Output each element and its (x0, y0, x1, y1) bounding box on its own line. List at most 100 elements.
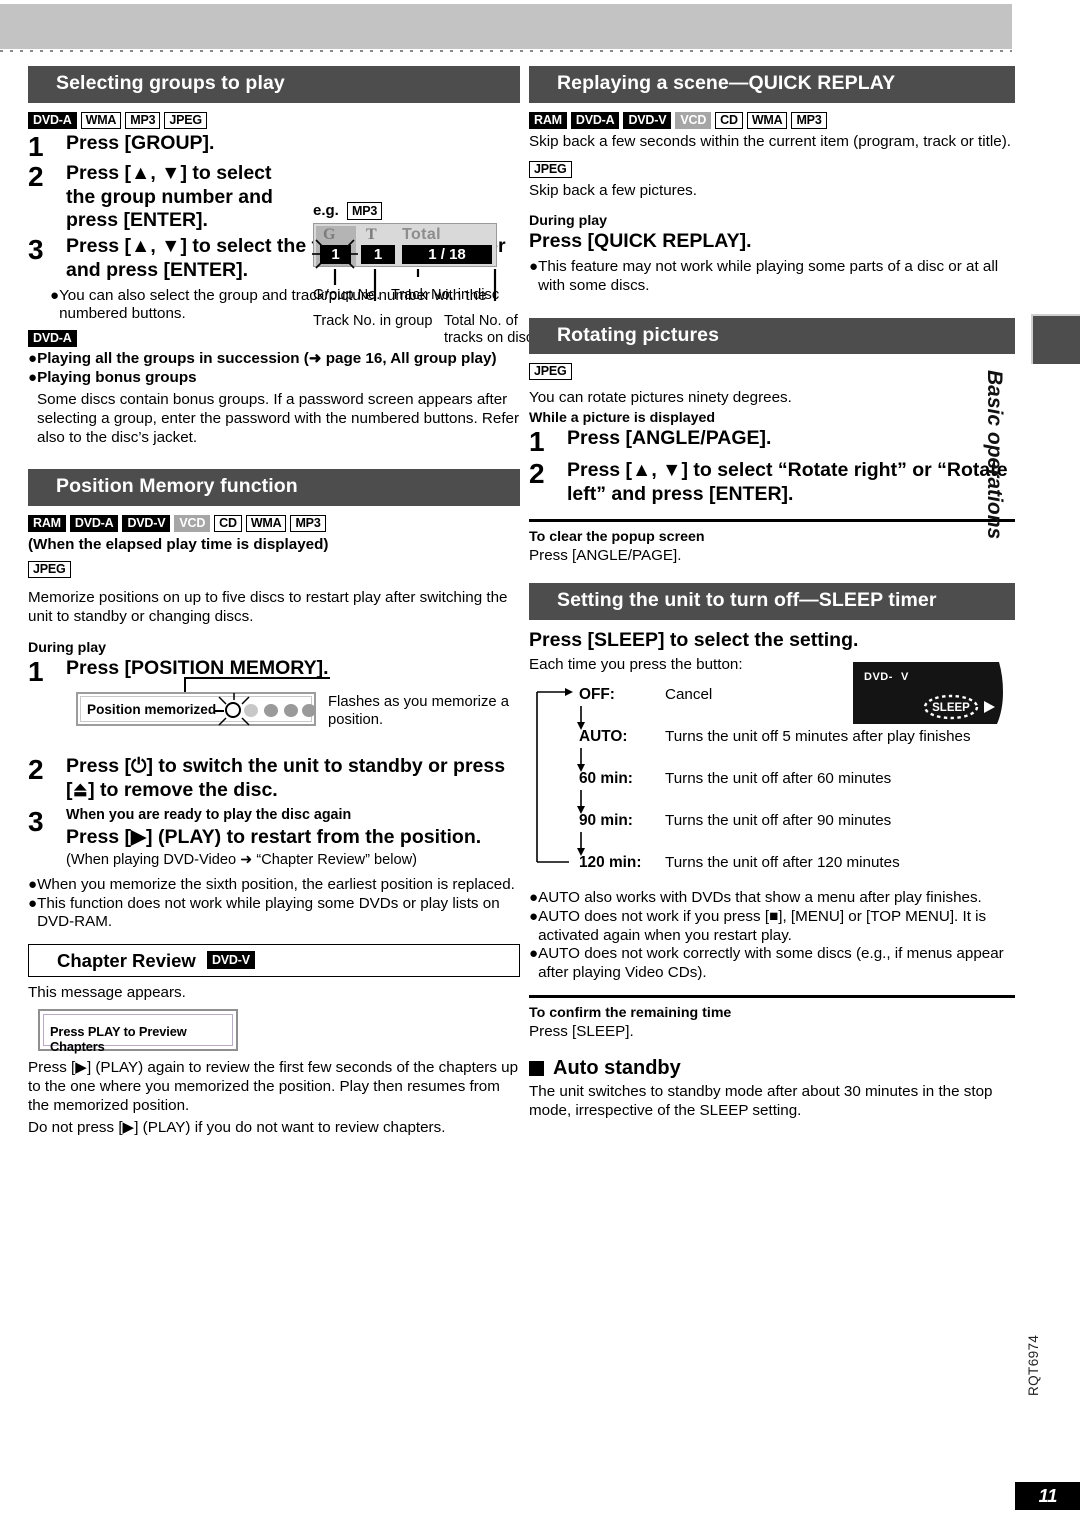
bullet-dot-icon: ● (50, 286, 60, 304)
auto-standby-text: The unit switches to standby mode after … (529, 1082, 993, 1119)
step-number: 2 (529, 458, 545, 490)
format-badge-dvd-v: DVD-V (206, 950, 255, 970)
flow-key: AUTO: (579, 728, 628, 746)
top-gray-band (0, 4, 1012, 49)
bullet-text: This function does not work while playin… (37, 894, 500, 931)
memory-indicator-5 (302, 704, 316, 718)
bullet-item: ● AUTO also works with DVDs that show a … (529, 889, 1015, 908)
chapter-review-para2: Do not press [▶] (PLAY) if you do not wa… (28, 1119, 446, 1137)
sleep-action: Press [SLEEP] to select the setting. (529, 628, 859, 651)
bullet-dot-icon: ● (28, 350, 38, 368)
flow-value: Turns the unit off after 120 minutes (665, 854, 900, 872)
manual-page: Selecting groups to play DVD-A WMA MP3 JPEG… (0, 0, 1080, 1526)
flow-value: Turns the unit off after 90 minutes (665, 812, 892, 830)
onscreen-message-box: Press PLAY to Preview Chapters (38, 1009, 238, 1054)
bullet-dot-icon: ● (529, 907, 539, 925)
step-row: 2 Press [▲, ▼] to select the group numbe… (28, 162, 296, 233)
position-memorized-display: Position memorized (76, 692, 316, 727)
during-play-heading: During play (529, 212, 608, 229)
flow-key: 60 min: (579, 770, 633, 788)
flow-value: Turns the unit off after 60 minutes (665, 770, 892, 788)
bullet-dot-icon: ● (529, 889, 539, 907)
format-badge-vcd: VCD (174, 515, 211, 533)
right-column: Replaying a scene—QUICK REPLAY RAM DVD-A D… (529, 66, 1015, 1123)
format-badge-jpeg: JPEG (529, 363, 572, 381)
step-text: Press [GROUP]. (66, 131, 215, 154)
svg-text:DVD-: DVD- (864, 671, 893, 683)
flash-starburst-icon (218, 693, 250, 726)
bullet-dot-icon: ● (28, 875, 38, 893)
left-column: Selecting groups to play DVD-A WMA MP3 JPEG… (28, 66, 533, 1140)
step-number: 2 (28, 754, 44, 786)
chapter-review-lead: This message appears. (28, 984, 186, 1002)
confirm-time-heading: To confirm the remaining time (529, 1004, 732, 1021)
svg-text:V: V (901, 671, 909, 683)
example-label: e.g. MP3 (313, 201, 548, 221)
format-badge-mp3: MP3 (791, 111, 827, 129)
format-badge-mp3: MP3 (290, 515, 326, 533)
step-row: 1 Press [GROUP]. (28, 132, 296, 161)
horizontal-rule (529, 994, 1015, 998)
format-badge-ram: RAM (529, 111, 567, 129)
elapsed-time-condition: (When the elapsed play time is displayed… (28, 536, 329, 554)
flow-row: AUTO: Turns the unit off 5 minutes after… (579, 728, 971, 746)
bullet-text: AUTO does not work if you press [■], [ME… (538, 907, 987, 944)
total-word-label: Total (402, 226, 442, 244)
step-text: Press [▲, ▼] to select the group number … (66, 161, 273, 232)
auto-standby-heading-row: Auto standby (529, 1057, 1015, 1080)
bullet-item: ● When you memorize the sixth position, … (28, 876, 520, 895)
format-badge-wma: WMA (746, 111, 788, 129)
bonus-groups-paragraph: Some discs contain bonus groups. If a pa… (37, 391, 520, 447)
section-header-sleep-timer: Setting the unit to turn off—SLEEP timer (529, 582, 1015, 620)
format-badge-vcd: VCD (675, 111, 712, 129)
format-badge-jpeg: JPEG (529, 160, 572, 178)
step-number: 1 (28, 656, 44, 688)
position-memory-intro: Memorize positions on up to five discs t… (28, 589, 508, 626)
step-number: 3 (28, 805, 44, 837)
chapter-review-title: Chapter Review (57, 949, 196, 971)
section-header-position-memory: Position Memory function (28, 469, 520, 507)
square-bullet-icon (529, 1060, 544, 1076)
badge-row-jpeg: JPEG (28, 561, 520, 579)
step3-subnote: (When playing DVD-Video ➜ “Chapter Revie… (66, 851, 417, 868)
bullet-dot-icon: ● (28, 894, 38, 912)
section-header-quick-replay: Replaying a scene—QUICK REPLAY (529, 66, 1015, 103)
format-badge-cd: CD (214, 515, 242, 533)
quick-replay-action: Press [QUICK REPLAY]. (529, 229, 752, 252)
format-badge-dvd-a: DVD-A (28, 111, 77, 129)
bullet-item: ● AUTO does not work correctly with some… (529, 945, 1015, 982)
display-track-number: 1 (361, 245, 395, 265)
bullet-text: This feature may not work while playing … (538, 258, 999, 294)
callout-track-in-disc: Track No. in disc (391, 287, 500, 304)
format-badge-cd: CD (715, 111, 743, 129)
format-badge-wma: WMA (245, 515, 287, 533)
badge-row-quick-replay: RAM DVD-A DVD-V VCD CD WMA MP3 (529, 111, 1015, 129)
flow-row: 120 min: Turns the unit off after 120 mi… (579, 854, 900, 872)
bullet-item: ● Playing bonus groups (28, 369, 520, 388)
chapter-review-para1: Press [▶] (PLAY) again to review the fir… (28, 1059, 519, 1115)
auto-standby-heading: Auto standby (553, 1056, 681, 1079)
clear-popup-heading: To clear the popup screen (529, 528, 705, 545)
bullet-text: AUTO also works with DVDs that show a me… (538, 889, 982, 907)
sleep-flow-diagram: DVD- V SLEEP OFF: Cancel AUTO: Turns the… (529, 662, 1015, 882)
format-badge-dvd-v: DVD-V (122, 515, 171, 533)
display-group-number: 1 (320, 245, 351, 265)
flow-value: Cancel (665, 686, 713, 704)
step-number: 1 (529, 426, 545, 458)
bullet-dot-icon: ● (529, 258, 539, 276)
track-icon: T (366, 226, 377, 244)
clear-popup-text: Press [ANGLE/PAGE]. (529, 546, 682, 564)
callout-track-in-group: Track No. in group (313, 313, 433, 330)
format-badge-jpeg: JPEG (164, 111, 207, 129)
flow-value: Turns the unit off 5 minutes after play … (665, 728, 971, 746)
format-badge-dvd-a: DVD-A (28, 330, 77, 348)
section-header-rotating-pictures: Rotating pictures (529, 317, 1015, 355)
format-badge-mp3: MP3 (125, 111, 161, 129)
bullet-item: ● This function does not work while play… (28, 895, 520, 932)
format-badge-dvd-v: DVD-V (623, 111, 672, 129)
callout-leaders: Group No. Track No. in disc Track No. in… (313, 269, 548, 353)
page-number: 11 (1015, 1482, 1080, 1510)
step-row: 3 When you are ready to play the disc ag… (28, 807, 520, 868)
step3-heading: When you are ready to play the disc agai… (66, 806, 352, 823)
bullet-item: ● This feature may not work while playin… (529, 258, 1015, 295)
